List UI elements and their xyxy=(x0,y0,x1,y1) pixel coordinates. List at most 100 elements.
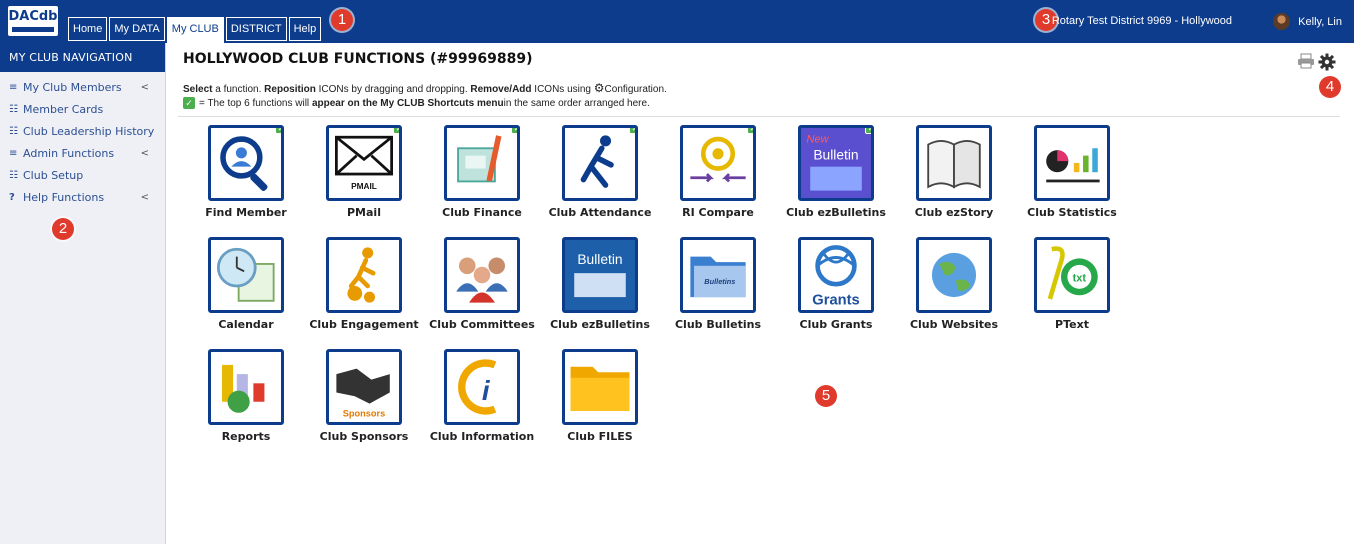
tab-help[interactable]: Help xyxy=(288,17,322,41)
function-label[interactable]: Club Attendance xyxy=(540,206,660,219)
shortcut-check-icon: ✓ xyxy=(275,128,281,134)
tab-my-data[interactable]: My DATA xyxy=(109,17,165,41)
function-label[interactable]: Club Finance xyxy=(422,206,542,219)
function-label[interactable]: PMail xyxy=(304,206,424,219)
instr-reposition: Reposition xyxy=(264,84,316,95)
function-tile[interactable]: Club FILES xyxy=(540,349,660,443)
function-icon-frame[interactable]: ✓ xyxy=(562,125,638,201)
gear-icon[interactable] xyxy=(1318,53,1336,71)
function-label[interactable]: Club ezBulletins xyxy=(540,318,660,331)
committees-icon xyxy=(456,257,508,303)
function-label[interactable]: Club Information xyxy=(422,430,542,443)
function-icon-frame[interactable]: Bulletins xyxy=(680,237,756,313)
svg-text:Sponsors: Sponsors xyxy=(343,408,385,418)
function-icon-frame[interactable] xyxy=(444,237,520,313)
function-tile[interactable]: PMAIL ✓ PMail xyxy=(304,125,424,219)
bulletin-icon: Bulletin xyxy=(565,240,635,310)
function-icon-frame[interactable] xyxy=(326,237,402,313)
function-label[interactable]: Club ezStory xyxy=(894,206,1014,219)
shortcut-check-icon: ✓ xyxy=(511,128,517,134)
tab-home[interactable]: Home xyxy=(68,17,108,41)
function-tile[interactable]: Club Websites xyxy=(894,237,1014,331)
function-icon-frame[interactable]: ✓ xyxy=(208,125,284,201)
function-tile[interactable]: Grants Club Grants xyxy=(776,237,896,331)
callout-5: 5 xyxy=(815,385,837,407)
function-tile[interactable]: Reports xyxy=(186,349,306,443)
function-icon-frame[interactable]: Bulletin xyxy=(562,237,638,313)
help-icon: ? xyxy=(9,192,15,203)
globe-icon xyxy=(931,252,977,298)
function-icon-frame[interactable] xyxy=(916,125,992,201)
function-label[interactable]: Club Bulletins xyxy=(658,318,778,331)
main-tabs: Home My DATA My CLUB DISTRICT Help xyxy=(68,17,323,43)
sidebar-item[interactable]: ☷ Member Cards xyxy=(0,99,165,121)
function-tile[interactable]: Bulletin Club ezBulletins xyxy=(540,237,660,331)
tab-district[interactable]: DISTRICT xyxy=(225,17,287,41)
function-label[interactable]: Club Grants xyxy=(776,318,896,331)
svg-text:i: i xyxy=(482,375,491,406)
function-label[interactable]: RI Compare xyxy=(658,206,778,219)
function-icon-frame[interactable] xyxy=(208,349,284,425)
function-tile[interactable]: ✓ Find Member xyxy=(186,125,306,219)
function-tile[interactable]: Club Statistics xyxy=(1012,125,1132,219)
sidebar-item[interactable]: ? Help Functions < xyxy=(0,187,165,209)
function-tile[interactable]: Club ezStory xyxy=(894,125,1014,219)
function-tile[interactable]: Club Engagement xyxy=(304,237,424,331)
sidebar: MY CLUB NAVIGATION ≡ My Club Members < ☷ Mem… xyxy=(0,43,166,544)
function-label[interactable]: Reports xyxy=(186,430,306,443)
finance-icon xyxy=(457,135,502,183)
function-label[interactable]: Club Engagement xyxy=(304,318,424,331)
dacdb-logo[interactable]: DACdb xyxy=(8,6,58,36)
sidebar-item[interactable]: ≡ My Club Members < xyxy=(0,77,165,99)
logo-strip xyxy=(12,27,54,32)
function-icon-frame[interactable] xyxy=(1034,125,1110,201)
function-icon-frame[interactable]: i xyxy=(444,349,520,425)
function-tile[interactable]: Bulletins Club Bulletins xyxy=(658,237,778,331)
function-label[interactable]: Club Sponsors xyxy=(304,430,424,443)
list-icon: ☷ xyxy=(9,170,18,181)
function-icon-frame[interactable]: PMAIL ✓ xyxy=(326,125,402,201)
sidebar-item[interactable]: ≡ Admin Functions < xyxy=(0,143,165,165)
function-label[interactable]: Calendar xyxy=(186,318,306,331)
function-tile[interactable]: ✓ Club Attendance xyxy=(540,125,660,219)
district-name[interactable]: Rotary Test District 9969 - Hollywood xyxy=(1052,15,1232,27)
function-tile[interactable]: ✓ Club Finance xyxy=(422,125,542,219)
user-menu[interactable]: Kelly, Lin xyxy=(1273,13,1342,30)
function-tile[interactable]: Calendar xyxy=(186,237,306,331)
chevron-left-icon: < xyxy=(140,192,149,203)
function-icon-frame[interactable] xyxy=(208,237,284,313)
function-label[interactable]: Find Member xyxy=(186,206,306,219)
function-icon-frame[interactable]: Grants xyxy=(798,237,874,313)
statistics-icon xyxy=(1046,148,1100,183)
function-label[interactable]: Club Websites xyxy=(894,318,1014,331)
callout-1: 1 xyxy=(331,9,353,31)
print-icon[interactable] xyxy=(1297,53,1315,69)
function-icon-frame[interactable] xyxy=(562,349,638,425)
function-tile[interactable]: Club Committees xyxy=(422,237,542,331)
main-content: HOLLYWOOD CLUB FUNCTIONS (#99969889) 4 S… xyxy=(166,43,1354,544)
function-icon-frame[interactable]: txt xyxy=(1034,237,1110,313)
sidebar-item[interactable]: ☷ Club Leadership History xyxy=(0,121,165,143)
function-icon-frame[interactable]: Sponsors xyxy=(326,349,402,425)
tab-my-club[interactable]: My CLUB xyxy=(166,17,224,43)
function-label[interactable]: Club ezBulletins xyxy=(776,206,896,219)
function-icon-frame[interactable]: New Bulletin ✓ xyxy=(798,125,874,201)
function-icon-frame[interactable]: ✓ xyxy=(444,125,520,201)
function-icon-frame[interactable] xyxy=(916,237,992,313)
function-tile[interactable]: txt PText xyxy=(1012,237,1132,331)
function-tile[interactable]: Sponsors Club Sponsors xyxy=(304,349,424,443)
shortcut-check-icon: ✓ xyxy=(629,128,635,134)
function-tile[interactable]: i Club Information xyxy=(422,349,542,443)
toolbar xyxy=(1297,53,1336,71)
list-icon: ☷ xyxy=(9,126,18,137)
sidebar-item[interactable]: ☷ Club Setup xyxy=(0,165,165,187)
function-label[interactable]: PText xyxy=(1012,318,1132,331)
function-label[interactable]: Club FILES xyxy=(540,430,660,443)
function-tile[interactable]: ✓ RI Compare xyxy=(658,125,778,219)
function-tile[interactable]: New Bulletin ✓ Club ezBulletins xyxy=(776,125,896,219)
function-label[interactable]: Club Committees xyxy=(422,318,542,331)
function-icon-frame[interactable]: ✓ xyxy=(680,125,756,201)
divider xyxy=(178,116,1340,117)
function-label[interactable]: Club Statistics xyxy=(1012,206,1132,219)
folder-bulletins-icon: Bulletins xyxy=(690,256,746,298)
